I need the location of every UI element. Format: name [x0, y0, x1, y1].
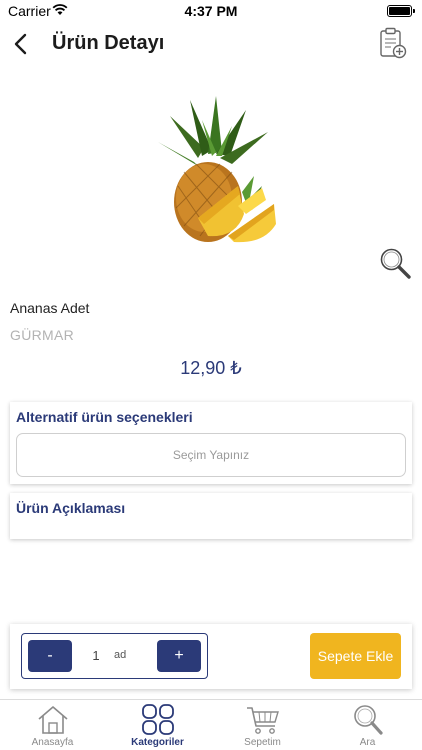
- navigation-bar: Ürün Detayı: [0, 22, 422, 66]
- add-to-cart-button[interactable]: Sepete Ekle: [310, 633, 401, 679]
- clipboard-add-icon: [380, 27, 407, 59]
- tab-search-label: Ara: [359, 737, 376, 748]
- search-icon: [354, 705, 383, 735]
- product-brand: GÜRMAR: [10, 327, 75, 343]
- status-time: 4:37 PM: [184, 3, 238, 19]
- tab-categories-label: Kategoriler: [131, 737, 184, 748]
- tab-bar: Anasayfa Kategoriler Sepetim Ara: [0, 699, 422, 750]
- description-card: Ürün Açıklaması: [10, 493, 412, 539]
- quantity-unit: ad: [114, 649, 127, 661]
- decrease-quantity-button[interactable]: -: [28, 640, 72, 672]
- status-bar: Carrier 4:37 PM: [0, 0, 422, 22]
- product-price: 12,90 ₺: [180, 358, 242, 378]
- grid-icon: [142, 704, 174, 735]
- quantity-value[interactable]: 1: [86, 648, 106, 663]
- tab-cart-label: Sepetim: [244, 737, 281, 748]
- product-name: Ananas Adet: [10, 300, 90, 316]
- tab-home-label: Anasayfa: [31, 737, 74, 748]
- alternative-select-placeholder: Seçim Yapınız: [172, 448, 250, 462]
- alternatives-card: Alternatif ürün seçenekleri Seçim Yapını…: [10, 402, 412, 484]
- home-icon: [38, 706, 68, 734]
- order-list-button[interactable]: [378, 26, 408, 60]
- description-title: Ürün Açıklaması: [16, 500, 126, 516]
- tab-cart[interactable]: Sepetim: [210, 700, 315, 750]
- quantity-stepper: - 1 ad +: [21, 633, 208, 679]
- back-button[interactable]: [8, 28, 36, 60]
- page-title: Ürün Detayı: [52, 32, 165, 54]
- alternatives-title: Alternatif ürün seçenekleri: [16, 409, 193, 425]
- chevron-left-icon: [14, 33, 27, 55]
- add-to-cart-panel: - 1 ad + Sepete Ekle: [10, 624, 412, 689]
- product-image: [158, 96, 276, 243]
- shopping-cart-icon: [247, 707, 279, 734]
- alternative-select[interactable]: Seçim Yapınız: [16, 433, 406, 477]
- magnifier-icon: [380, 248, 411, 279]
- tab-home[interactable]: Anasayfa: [0, 700, 105, 750]
- increase-quantity-button[interactable]: +: [157, 640, 201, 672]
- zoom-button[interactable]: [378, 246, 412, 280]
- battery-icon: [387, 5, 415, 17]
- tab-categories[interactable]: Kategoriler: [105, 700, 210, 750]
- tab-search[interactable]: Ara: [315, 700, 420, 750]
